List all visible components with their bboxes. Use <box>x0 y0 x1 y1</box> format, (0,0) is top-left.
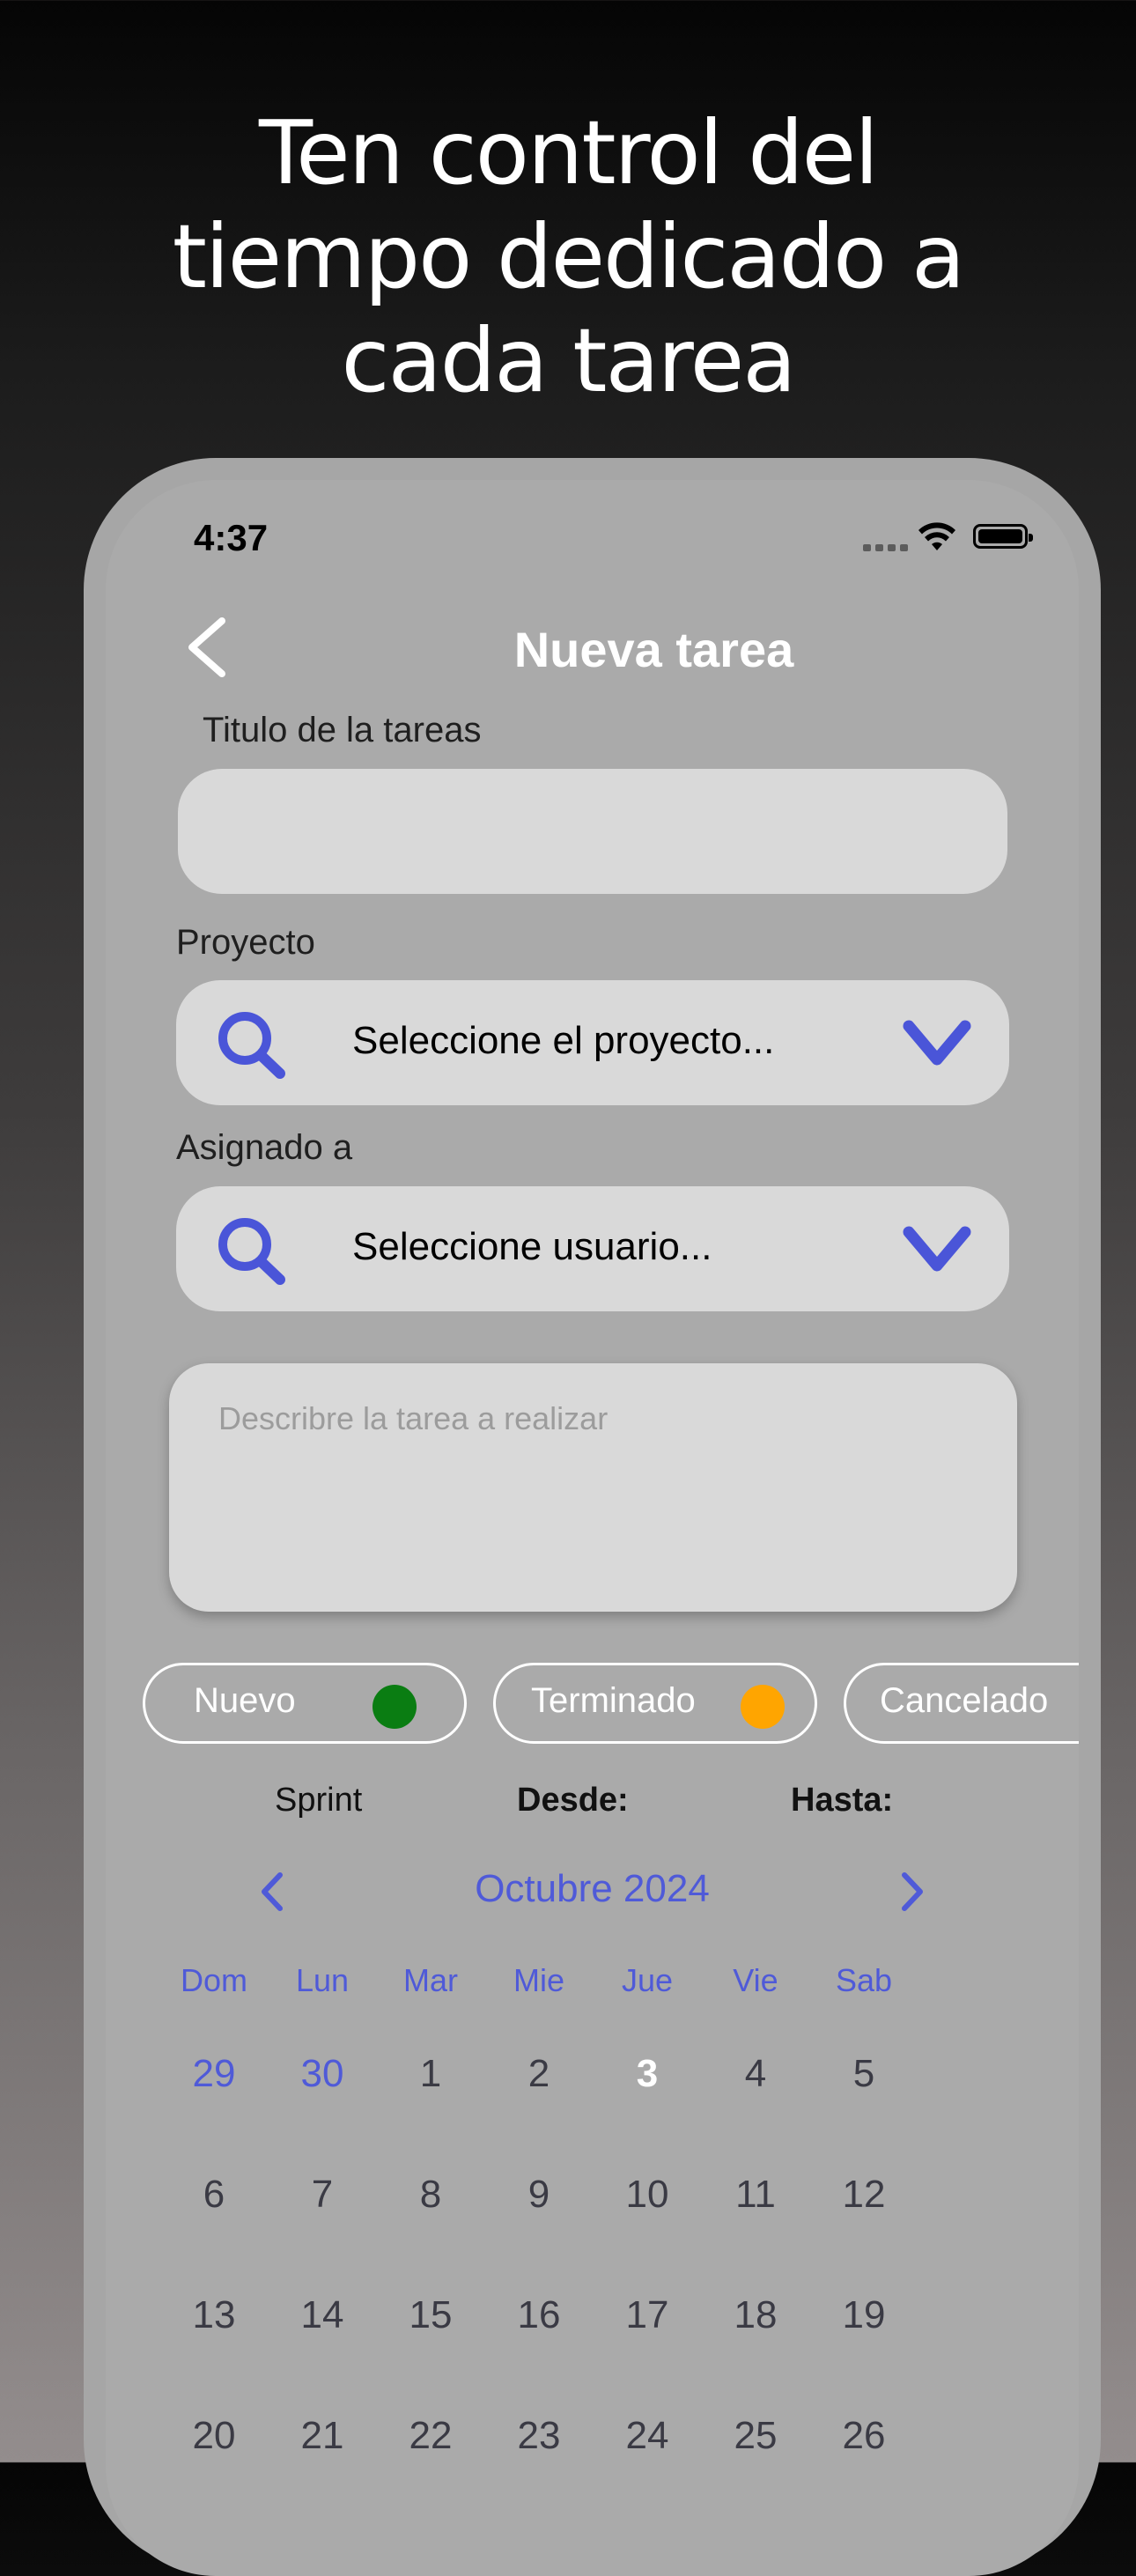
status-chip-nuevo[interactable]: Nuevo <box>143 1663 467 1744</box>
calendar-day[interactable]: 13 <box>161 2293 267 2337</box>
headline-line-3: cada tarea <box>341 309 796 412</box>
calendar-day[interactable]: 20 <box>161 2414 267 2458</box>
calendar-month: Octubre 2024 <box>475 1867 710 1910</box>
chevron-down-icon <box>903 1226 971 1272</box>
status-chip-cancelado[interactable]: Cancelado <box>844 1663 1079 1744</box>
from-label[interactable]: Desde: <box>517 1782 629 1819</box>
chevron-down-icon <box>903 1020 971 1066</box>
next-month-chevron-icon[interactable] <box>892 1870 931 1914</box>
calendar-day[interactable]: 25 <box>703 2414 808 2458</box>
calendar-day[interactable]: 17 <box>594 2293 700 2337</box>
title-label: Titulo de la tareas <box>203 711 482 749</box>
headline-line-1: Ten control del <box>259 101 879 204</box>
calendar-day[interactable]: 15 <box>378 2293 483 2337</box>
calendar-day[interactable]: 18 <box>703 2293 808 2337</box>
calendar-day[interactable]: 30 <box>269 2052 375 2096</box>
calendar-day[interactable]: 6 <box>161 2173 267 2217</box>
calendar-day[interactable]: 16 <box>486 2293 592 2337</box>
project-select[interactable]: Seleccione el proyecto... <box>176 980 1009 1105</box>
calendar-day[interactable]: 26 <box>811 2414 917 2458</box>
calendar-day[interactable]: 19 <box>811 2293 917 2337</box>
calendar-day[interactable]: 1 <box>378 2052 483 2096</box>
wifi-icon <box>918 522 955 550</box>
calendar-day[interactable]: 10 <box>594 2173 700 2217</box>
calendar-day[interactable]: 12 <box>811 2173 917 2217</box>
calendar-day[interactable]: 11 <box>703 2173 808 2217</box>
calendar-day[interactable]: 22 <box>378 2414 483 2458</box>
page-title: Nueva tarea <box>513 622 794 677</box>
weekday-label: Vie <box>733 1962 778 1998</box>
title-input[interactable] <box>178 769 1007 894</box>
description-textarea[interactable]: Describre la tarea a realizar <box>169 1363 1017 1612</box>
project-select-text: Seleccione el proyecto... <box>352 1019 775 1062</box>
sprint-label[interactable]: Sprint <box>275 1782 362 1819</box>
headline-line-2: tiempo dedicado a <box>172 205 966 308</box>
status-chip-label: Terminado <box>531 1681 696 1720</box>
calendar-day[interactable]: 8 <box>378 2173 483 2217</box>
status-chip-terminado[interactable]: Terminado <box>493 1663 817 1744</box>
calendar-day[interactable]: 14 <box>269 2293 375 2337</box>
battery-icon <box>973 524 1033 549</box>
search-icon <box>218 1218 285 1285</box>
calendar-day[interactable]: 23 <box>486 2414 592 2458</box>
calendar-day[interactable]: 24 <box>594 2414 700 2458</box>
assignee-select-text: Seleccione usuario... <box>352 1225 712 1268</box>
weekday-label: Mar <box>403 1962 458 1998</box>
status-dot-green <box>373 1685 417 1729</box>
description-placeholder: Describre la tarea a realizar <box>218 1400 609 1436</box>
calendar-day[interactable]: 29 <box>161 2052 267 2096</box>
to-label[interactable]: Hasta: <box>791 1782 893 1819</box>
headline: Ten control del tiempo dedicado a cada t… <box>0 101 1136 413</box>
search-icon <box>218 1012 285 1079</box>
weekday-label: Sab <box>835 1962 893 1998</box>
project-label: Proyecto <box>176 923 315 962</box>
assignee-select[interactable]: Seleccione usuario... <box>176 1186 1009 1311</box>
status-chip-label: Nuevo <box>194 1681 296 1720</box>
weekday-label: Dom <box>180 1962 247 1998</box>
calendar-day[interactable]: 5 <box>811 2052 917 2096</box>
cellular-signal-icon <box>863 544 909 551</box>
assigned-label: Asignado a <box>176 1128 353 1167</box>
status-time: 4:37 <box>194 517 269 558</box>
calendar-day[interactable]: 7 <box>269 2173 375 2217</box>
weekday-label: Jue <box>621 1962 674 1998</box>
weekday-label: Lun <box>295 1962 350 1998</box>
status-chip-label: Cancelado <box>880 1681 1049 1720</box>
calendar-day[interactable]: 2 <box>486 2052 592 2096</box>
calendar-day[interactable]: 4 <box>703 2052 808 2096</box>
calendar-day[interactable]: 21 <box>269 2414 375 2458</box>
calendar-day[interactable]: 9 <box>486 2173 592 2217</box>
status-dot-orange <box>741 1685 785 1729</box>
weekday-label: Mie <box>513 1962 564 1998</box>
phone-screen: 4:37 Nueva tarea Titulo de la tareas Pro… <box>106 480 1079 2576</box>
calendar-day[interactable]: 3 <box>594 2052 700 2096</box>
